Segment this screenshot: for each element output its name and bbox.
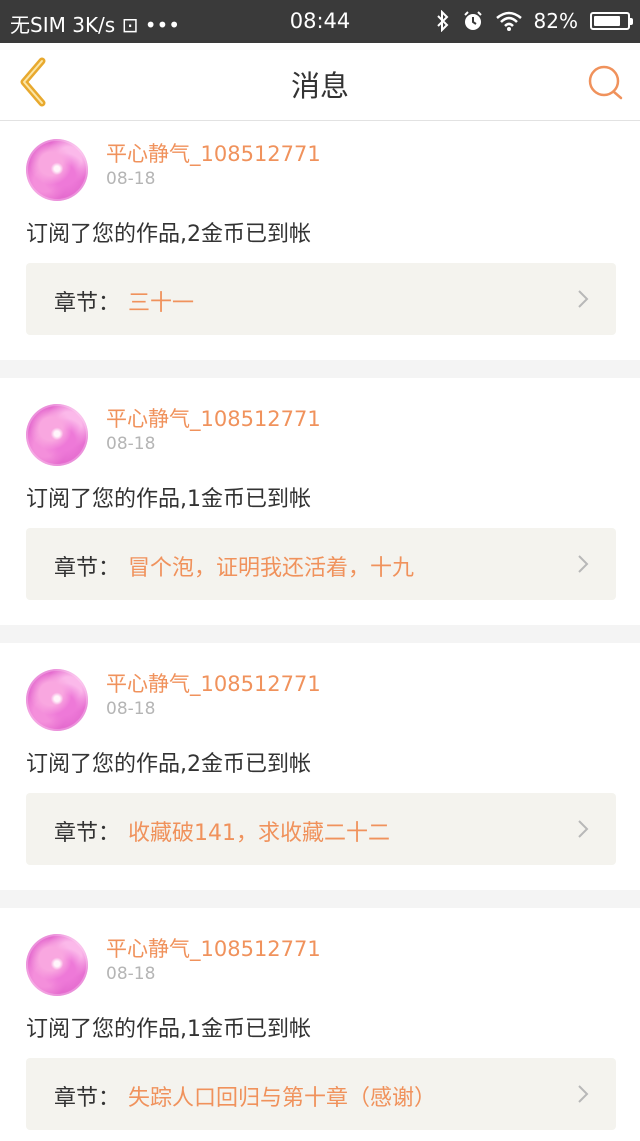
nav-bar: 消息	[0, 43, 640, 121]
message-list-inner: 平心静气_108512771 08-18 订阅了您的作品,2金币已到帐 章节： …	[0, 121, 640, 1141]
chevron-right-icon	[578, 1085, 589, 1103]
chapter-name: 冒个泡，证明我还活着，十九	[128, 556, 415, 581]
avatar[interactable]	[26, 934, 88, 996]
chapter-label: 章节：	[54, 556, 121, 581]
message-text: 订阅了您的作品,2金币已到帐	[26, 222, 311, 247]
sender-name[interactable]: 平心静气_108512771	[106, 138, 321, 168]
chapter-label: 章节：	[54, 1086, 121, 1111]
chapter-label: 章节：	[54, 821, 121, 846]
wifi-icon	[495, 11, 522, 31]
sender-name[interactable]: 平心静气_108512771	[106, 933, 321, 963]
chapter-name: 收藏破141，求收藏二十二	[128, 821, 390, 846]
chapter-label: 章节：	[54, 291, 121, 316]
page-title: 消息	[290, 69, 349, 103]
avatar[interactable]	[26, 404, 88, 466]
avatar[interactable]	[26, 669, 88, 731]
message-text: 订阅了您的作品,1金币已到帐	[26, 487, 311, 512]
message-card: 平心静气_108512771 08-18 订阅了您的作品,2金币已到帐 章节： …	[0, 121, 640, 360]
chevron-right-icon	[578, 820, 589, 838]
chevron-right-icon	[578, 555, 589, 573]
chapter-link[interactable]: 章节： 失踪人口回归与第十章（感谢）	[26, 1058, 616, 1130]
chapter-link[interactable]: 章节： 冒个泡，证明我还活着，十九	[26, 528, 616, 600]
battery-fill	[594, 16, 621, 26]
message-card: 平心静气_108512771 08-18 订阅了您的作品,1金币已到帐 章节： …	[0, 908, 640, 1141]
avatar[interactable]	[26, 139, 88, 201]
chapter-name: 失踪人口回归与第十章（感谢）	[128, 1086, 437, 1111]
chapter-link[interactable]: 章节： 三十一	[26, 263, 616, 335]
message-text: 订阅了您的作品,2金币已到帐	[26, 752, 311, 777]
message-card: 平心静气_108512771 08-18 订阅了您的作品,2金币已到帐 章节： …	[0, 643, 640, 890]
chevron-right-icon	[578, 290, 589, 308]
message-date: 08-18	[106, 699, 156, 719]
battery-icon	[590, 12, 633, 30]
message-text: 订阅了您的作品,1金币已到帐	[26, 1017, 311, 1042]
alarm-icon	[463, 11, 482, 30]
battery-percent: 82%	[533, 9, 578, 33]
message-date: 08-18	[106, 964, 156, 984]
chapter-name: 三十一	[128, 291, 195, 316]
search-icon[interactable]	[586, 63, 626, 103]
sender-name[interactable]: 平心静气_108512771	[106, 668, 321, 698]
status-bar: 无SIM 3K/s ⊡ ••• 08:44 82%	[0, 0, 640, 43]
message-date: 08-18	[106, 434, 156, 454]
message-card: 平心静气_108512771 08-18 订阅了您的作品,1金币已到帐 章节： …	[0, 378, 640, 625]
status-right: 82%	[436, 9, 633, 33]
bluetooth-icon	[436, 10, 448, 32]
message-date: 08-18	[106, 169, 156, 189]
sender-name[interactable]: 平心静气_108512771	[106, 403, 321, 433]
chapter-link[interactable]: 章节： 收藏破141，求收藏二十二	[26, 793, 616, 865]
message-list[interactable]: 平心静气_108512771 08-18 订阅了您的作品,2金币已到帐 章节： …	[0, 121, 640, 1141]
